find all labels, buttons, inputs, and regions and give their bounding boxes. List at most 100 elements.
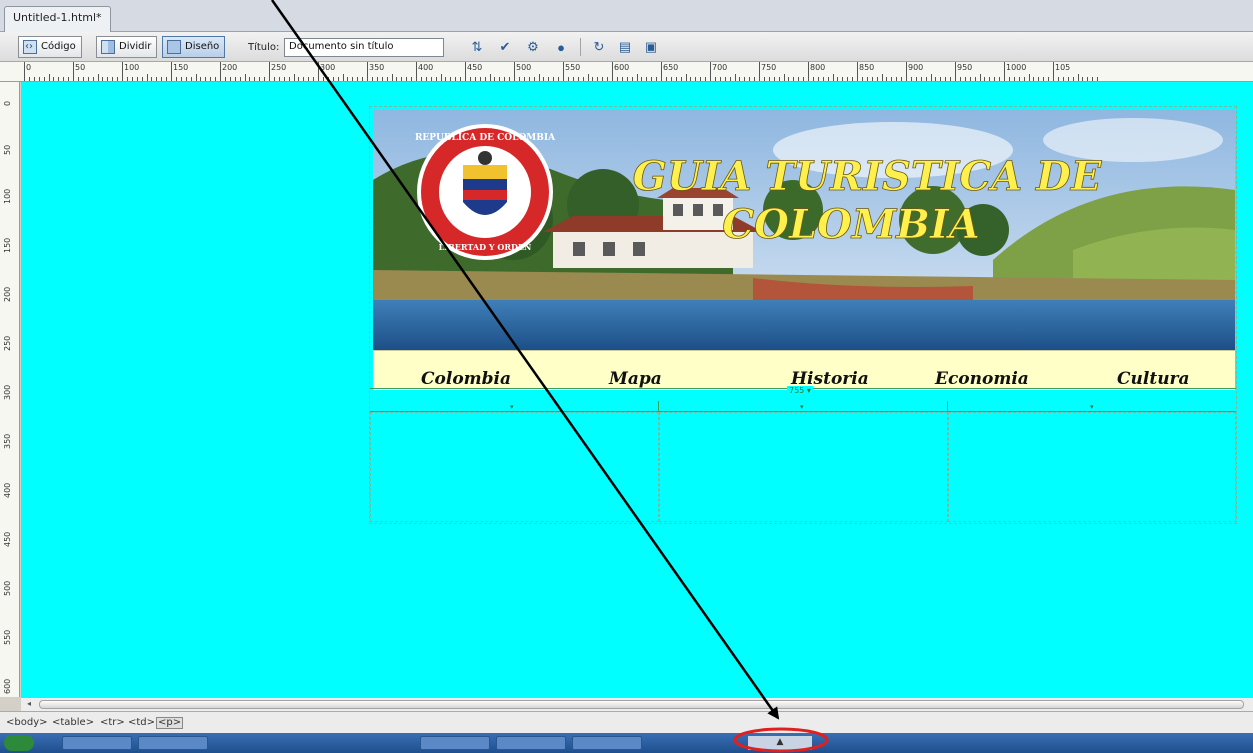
ruler-minor-tick bbox=[117, 77, 119, 81]
scroll-left-icon[interactable]: ◂ bbox=[23, 699, 35, 710]
taskbar-button[interactable] bbox=[496, 736, 566, 750]
table-width-indicator[interactable]: 755 ▾ ▾ ▾ ▾ bbox=[370, 386, 1236, 413]
ruler-major-tick bbox=[73, 62, 74, 81]
ruler-minor-tick bbox=[102, 77, 104, 81]
ruler-minor-tick bbox=[1028, 74, 1030, 81]
ruler-minor-tick bbox=[920, 77, 922, 81]
ruler-minor-tick bbox=[597, 77, 599, 81]
refresh-icon[interactable]: ↻ bbox=[590, 38, 608, 56]
ruler-minor-tick bbox=[861, 77, 863, 81]
ruler-minor-tick bbox=[1008, 77, 1010, 81]
ruler-minor-tick bbox=[518, 77, 520, 81]
split-view-icon bbox=[101, 40, 115, 54]
ruler-minor-tick bbox=[425, 77, 427, 81]
ruler-major-tick bbox=[318, 62, 319, 81]
ruler-minor-tick bbox=[538, 74, 540, 81]
tag-tr[interactable]: <tr> bbox=[100, 717, 125, 728]
split-view-button[interactable]: Dividir bbox=[96, 36, 158, 58]
ruler-minor-tick bbox=[543, 77, 545, 81]
design-view-button[interactable]: Diseño bbox=[162, 36, 226, 58]
column-menu-icon[interactable]: ▾ bbox=[800, 403, 804, 411]
document-tab[interactable]: Untitled-1.html* bbox=[4, 6, 111, 32]
ruler-minor-tick bbox=[249, 77, 251, 81]
column-menu-icon[interactable]: ▾ bbox=[1090, 403, 1094, 411]
taskbar-button[interactable] bbox=[138, 736, 208, 750]
ruler-minor-tick bbox=[724, 77, 726, 81]
header-banner-image[interactable]: REPUBLICA DE COLOMBIA LIBERTAD Y ORDEN G… bbox=[373, 110, 1235, 350]
ruler-minor-tick bbox=[283, 77, 285, 81]
ruler-minor-tick bbox=[680, 77, 682, 81]
ruler-minor-tick bbox=[337, 77, 339, 81]
layout-table[interactable]: REPUBLICA DE COLOMBIA LIBERTAD Y ORDEN G… bbox=[369, 106, 1237, 524]
preview-browser-icon[interactable]: ✔ bbox=[496, 38, 514, 56]
tag-body[interactable]: <body> bbox=[6, 717, 48, 728]
file-management-icon[interactable]: ⇅ bbox=[468, 38, 486, 56]
visual-aids-icon[interactable]: ▣ bbox=[642, 38, 660, 56]
title-input[interactable]: Documento sin título bbox=[284, 38, 444, 57]
code-view-button[interactable]: Código bbox=[18, 36, 82, 58]
ruler-minor-tick bbox=[935, 77, 937, 81]
horizontal-ruler: 0 50 100 150 200 250 300 350 400 450 500 550 600 650 7… bbox=[0, 62, 1253, 82]
ruler-major-tick bbox=[24, 62, 25, 81]
ruler-minor-tick bbox=[1077, 74, 1079, 81]
ruler-minor-tick bbox=[77, 77, 79, 81]
horizontal-scrollbar[interactable]: ◂ bbox=[21, 697, 1253, 711]
seal-top-text: REPUBLICA DE COLOMBIA bbox=[415, 133, 556, 143]
ruler-minor-tick bbox=[690, 77, 692, 81]
design-canvas[interactable]: REPUBLICA DE COLOMBIA LIBERTAD Y ORDEN G… bbox=[21, 82, 1253, 697]
ruler-minor-tick bbox=[950, 77, 952, 81]
ruler-minor-tick bbox=[773, 77, 775, 81]
taskbar-center-arrow[interactable]: ▲ bbox=[748, 736, 812, 750]
ruler-minor-tick bbox=[342, 74, 344, 81]
tag-table[interactable]: <table> bbox=[52, 717, 94, 728]
banner-title-line-2: COLOMBIA bbox=[722, 201, 979, 248]
ruler-major-tick bbox=[171, 62, 172, 81]
column-menu-icon[interactable]: ▾ bbox=[510, 403, 514, 411]
ruler-minor-tick bbox=[548, 77, 550, 81]
ruler-minor-tick bbox=[1097, 77, 1099, 81]
view-options-icon[interactable]: ▤ bbox=[616, 38, 634, 56]
ruler-label: 600 bbox=[3, 678, 12, 694]
nav-cultura[interactable]: Cultura bbox=[1117, 369, 1190, 389]
globe-icon[interactable]: ● bbox=[552, 38, 570, 56]
ruler-minor-tick bbox=[332, 77, 334, 81]
ruler-minor-tick bbox=[670, 77, 672, 81]
tag-p-selected[interactable]: <p> bbox=[156, 717, 184, 729]
ruler-minor-tick bbox=[224, 77, 226, 81]
ruler-minor-tick bbox=[479, 77, 481, 81]
ruler-major-tick bbox=[1053, 62, 1054, 81]
ruler-minor-tick bbox=[68, 77, 70, 81]
content-cell-2[interactable] bbox=[659, 412, 948, 522]
ruler-minor-tick bbox=[376, 77, 378, 81]
ruler-minor-tick bbox=[48, 74, 50, 81]
taskbar-button[interactable] bbox=[572, 736, 642, 750]
ruler-minor-tick bbox=[264, 77, 266, 81]
ruler-minor-tick bbox=[793, 77, 795, 81]
ruler-minor-tick bbox=[969, 77, 971, 81]
ruler-minor-tick bbox=[1092, 77, 1094, 81]
start-button[interactable] bbox=[4, 735, 34, 751]
ruler-minor-tick bbox=[734, 74, 736, 81]
nav-economia[interactable]: Economia bbox=[935, 369, 1029, 389]
content-cell-3[interactable] bbox=[948, 412, 1236, 522]
ruler-minor-tick bbox=[386, 77, 388, 81]
tag-td[interactable]: <td> bbox=[128, 717, 155, 728]
ruler-minor-tick bbox=[28, 77, 30, 81]
code-view-label: Código bbox=[41, 41, 76, 52]
ruler-minor-tick bbox=[450, 77, 452, 81]
taskbar-button[interactable] bbox=[420, 736, 490, 750]
nav-colombia[interactable]: Colombia bbox=[421, 369, 511, 389]
ruler-minor-tick bbox=[303, 77, 305, 81]
scroll-thumb[interactable] bbox=[39, 700, 1244, 709]
ruler-minor-tick bbox=[435, 77, 437, 81]
nav-mapa[interactable]: Mapa bbox=[609, 369, 662, 389]
editor-window: Untitled-1.html* Código Dividir Diseño T… bbox=[0, 0, 1253, 753]
ruler-minor-tick bbox=[984, 77, 986, 81]
ruler-minor-tick bbox=[803, 77, 805, 81]
table-width-label[interactable]: 755 ▾ bbox=[787, 386, 813, 395]
ruler-minor-tick bbox=[362, 77, 364, 81]
taskbar-button[interactable] bbox=[62, 736, 132, 750]
content-cell-1[interactable] bbox=[370, 412, 659, 522]
debug-icon[interactable]: ⚙ bbox=[524, 38, 542, 56]
ruler-label: 950 bbox=[957, 63, 973, 72]
